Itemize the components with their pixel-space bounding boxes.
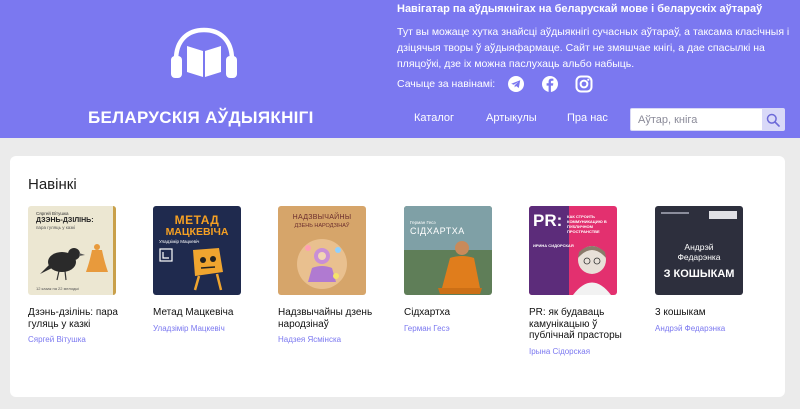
cover-title-text: З КОШЫКАМ bbox=[663, 268, 735, 280]
headphones-book-logo-icon[interactable] bbox=[170, 26, 238, 82]
book-author-link[interactable]: Надзея Ясмінска bbox=[278, 335, 388, 345]
nav-about-link[interactable]: Пра нас bbox=[567, 112, 608, 124]
cover-author-text: Уладзімір Мацкевіч bbox=[159, 239, 200, 244]
book-card[interactable]: Сяргей Вітушка ДЗЭНЬ-ДЗІЛІНЬ: пара гуляц… bbox=[28, 206, 138, 345]
nav-articles-link[interactable]: Артыкулы bbox=[486, 112, 537, 124]
nav-catalog-link[interactable]: Каталог bbox=[414, 112, 454, 124]
book-card[interactable]: НАДЗВЫЧАЙНЫ ДЗЕНЬ НАРОДЗІНАЎ Надзвычайны… bbox=[278, 206, 388, 345]
cover-title-text: ДЗЭНЬ-ДЗІЛІНЬ: bbox=[36, 217, 94, 224]
search-button[interactable] bbox=[762, 109, 784, 130]
cover-bottom-text: 12 казак на 22 мелодыі bbox=[36, 286, 80, 291]
book-title[interactable]: Сідхартха bbox=[404, 307, 509, 319]
cover-edge bbox=[113, 206, 116, 295]
book-author-link[interactable]: Сяргей Вітушка bbox=[28, 335, 138, 345]
author-portrait-icon bbox=[573, 246, 611, 295]
book-author-link[interactable]: Андрэй Федарэнка bbox=[655, 324, 765, 334]
book-title[interactable]: 3 кошыкам bbox=[655, 307, 760, 319]
facebook-icon[interactable] bbox=[541, 75, 559, 93]
book-author-link[interactable]: Уладзімір Мацкевіч bbox=[153, 324, 263, 334]
section-title: Навінкі bbox=[28, 176, 77, 193]
cover-title-line1: НАДЗВЫЧАЙНЫ bbox=[292, 214, 352, 221]
site-title[interactable]: БЕЛАРУСКІЯ АЎДЫЯКНІГІ bbox=[88, 108, 328, 128]
cover-decor-line bbox=[661, 212, 689, 214]
book-title[interactable]: PR: як будаваць камунікацыю ў публічнай … bbox=[529, 307, 634, 342]
search-icon bbox=[766, 113, 780, 127]
book-cover[interactable]: МЕТАД МАЦКЕВІЧА Уладзімір Мацкевіч bbox=[153, 206, 241, 295]
book-title[interactable]: Метад Мацкевіча bbox=[153, 307, 258, 319]
telegram-icon[interactable] bbox=[507, 75, 525, 93]
cover-subtitle-text: КАК СТРОИТЬ КОММУНИКАЦИЮ В ПУБЛИЧНОМ ПРО… bbox=[567, 214, 607, 234]
book-cover[interactable]: Андрэй Федарэнка З КОШЫКАМ bbox=[655, 206, 743, 295]
cover-title-line2: ДЗЕНЬ НАРОДЗІНАЎ bbox=[294, 223, 350, 229]
header-tagline: Навігатар па аўдыякнігах на беларускай м… bbox=[397, 3, 763, 15]
cover-pr-text: PR: bbox=[533, 211, 563, 230]
birthday-illustration-icon bbox=[297, 239, 347, 289]
book-card[interactable]: Герман Гесэ СІДХАРТХА Сідхартха Герман Г… bbox=[404, 206, 514, 334]
book-author-link[interactable]: Ірына Сідорская bbox=[529, 347, 639, 357]
book-cover[interactable]: НАДЗВЫЧАЙНЫ ДЗЕНЬ НАРОДЗІНАЎ bbox=[278, 206, 366, 295]
publisher-logo-icon bbox=[159, 248, 173, 262]
cover-author-line1: Андрэй bbox=[684, 242, 714, 252]
monk-illustration-icon bbox=[438, 241, 482, 294]
search-box bbox=[630, 108, 785, 131]
book-cover[interactable]: Герман Гесэ СІДХАРТХА bbox=[404, 206, 492, 295]
book-card[interactable]: МЕТАД МАЦКЕВІЧА Уладзімір Мацкевіч Метад… bbox=[153, 206, 263, 334]
book-cover[interactable]: PR: КАК СТРОИТЬ КОММУНИКАЦИЮ В ПУБЛИЧНОМ… bbox=[529, 206, 617, 295]
new-releases-card: Навінкі Сяргей Вітушка ДЗЭНЬ-ДЗІЛІНЬ: па… bbox=[10, 156, 785, 397]
book-card[interactable]: PR: КАК СТРОИТЬ КОММУНИКАЦИЮ В ПУБЛИЧНОМ… bbox=[529, 206, 639, 357]
cover-title-line1: МЕТАД bbox=[174, 213, 220, 227]
cover-subtitle-text: пара гуляць у казкі bbox=[36, 225, 76, 230]
site-header: БЕЛАРУСКІЯ АЎДЫЯКНІГІ Навігатар па аўдыя… bbox=[0, 0, 800, 138]
cover-title-line2: МАЦКЕВІЧА bbox=[165, 226, 229, 238]
cover-publisher-badge bbox=[709, 211, 737, 219]
header-intro-text: Тут вы можаце хутка знайсці аўдыякнігі с… bbox=[397, 26, 790, 70]
cover-author-text: Герман Гесэ bbox=[410, 220, 436, 225]
cover-title-text: СІДХАРТХА bbox=[410, 226, 465, 236]
book-author-link[interactable]: Герман Гесэ bbox=[404, 324, 514, 334]
instagram-icon[interactable] bbox=[575, 75, 593, 93]
character-illustration-icon bbox=[193, 248, 223, 291]
cover-author-line2: Федарэнка bbox=[677, 252, 721, 262]
book-card[interactable]: Андрэй Федарэнка З КОШЫКАМ 3 кошыкам Анд… bbox=[655, 206, 765, 334]
book-title[interactable]: Дзэнь-дзілінь: пара гуляць у казкі bbox=[28, 307, 133, 330]
crow-bell-illustration-icon bbox=[40, 244, 108, 281]
book-cover[interactable]: Сяргей Вітушка ДЗЭНЬ-ДЗІЛІНЬ: пара гуляц… bbox=[28, 206, 116, 295]
book-title[interactable]: Надзвычайны дзень народзінаў bbox=[278, 307, 383, 330]
search-input[interactable] bbox=[631, 109, 762, 130]
follow-us-label: Сачыце за навінамі: bbox=[397, 78, 496, 90]
cover-author-text: Сяргей Вітушка bbox=[36, 211, 69, 216]
